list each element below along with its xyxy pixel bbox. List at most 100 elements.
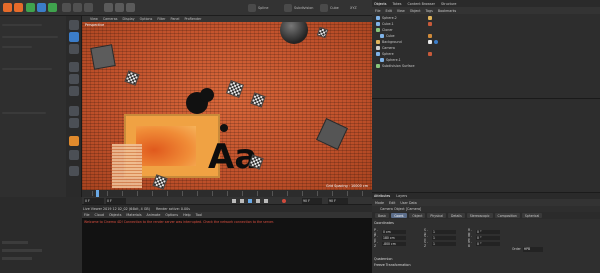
lv-menu-objects[interactable]: Objects (109, 213, 121, 217)
compositing-tag-icon[interactable] (434, 40, 438, 44)
object-row-subdivision-surface[interactable]: Subdivision Surface (372, 63, 600, 69)
lock-workplane-icon[interactable] (69, 166, 79, 176)
live-selection-icon[interactable] (26, 3, 35, 12)
tab-takes[interactable]: Takes (392, 2, 401, 6)
viewport-menu-cameras[interactable]: Cameras (103, 17, 118, 21)
spline-tool[interactable]: Spline (248, 3, 268, 13)
go-start-icon[interactable] (232, 199, 236, 203)
order-dropdown[interactable]: HPB (522, 247, 543, 252)
start-frame-field[interactable]: 0 F (84, 198, 104, 204)
render-settings-icon[interactable] (126, 3, 135, 12)
lv-menu-animate[interactable]: Animate (147, 213, 161, 217)
attr-menu-user-data[interactable]: User Data (400, 201, 416, 205)
subtab-object[interactable]: Object (409, 213, 426, 218)
redo-icon[interactable] (14, 3, 23, 12)
material-tag-icon[interactable] (428, 52, 432, 56)
subtab-stereoscopic[interactable]: Stereoscopic (466, 213, 493, 218)
coord-row-z: P . Z -800 cm S . Z 1 R . B 0 ° (374, 240, 500, 248)
snap-icon[interactable] (69, 136, 79, 146)
lv-menu-options[interactable]: Options (165, 213, 178, 217)
texture-mode-icon[interactable] (69, 44, 79, 54)
cube-checker-3 (250, 92, 266, 108)
model-mode-icon[interactable] (69, 32, 79, 42)
points-mode-icon[interactable] (69, 62, 79, 72)
obj-menu-file[interactable]: File (375, 9, 381, 13)
go-end-icon[interactable] (264, 199, 268, 203)
viewport-menu-filter[interactable]: Filter (157, 17, 165, 21)
object-row-sphere-1[interactable]: Sphere.1 (372, 57, 600, 63)
render-picture-icon[interactable] (115, 3, 124, 12)
tab-layers[interactable]: Layers (396, 194, 407, 198)
viewport-menu-view[interactable]: View (90, 17, 98, 21)
position-z-field[interactable]: -800 cm (382, 241, 406, 247)
move-icon[interactable] (37, 3, 46, 12)
record-icon[interactable] (282, 199, 286, 203)
current-frame-field[interactable]: 0 F (106, 198, 126, 204)
workplane-icon[interactable] (69, 150, 79, 160)
attr-menu-edit[interactable]: Edit (389, 201, 395, 205)
edges-mode-icon[interactable] (69, 74, 79, 84)
tab-structure[interactable]: Structure (441, 2, 456, 6)
tab-attributes[interactable]: Attributes (374, 194, 390, 198)
subtab-physical[interactable]: Physical (427, 213, 446, 218)
tweak-icon[interactable] (69, 118, 79, 128)
subtab-coord[interactable]: Coord. (391, 213, 408, 218)
obj-menu-view[interactable]: View (397, 9, 405, 13)
viewport-menu-options[interactable]: Options (140, 17, 153, 21)
object-row-sphere[interactable]: Sphere (372, 51, 600, 57)
material-tag-icon[interactable] (428, 34, 432, 38)
material-tag-icon[interactable] (428, 22, 432, 26)
coordinates-section-title: Coordinates (374, 221, 394, 225)
object-row-cloner[interactable]: Cloner (372, 27, 600, 33)
max-frame-field[interactable]: 90 F (328, 198, 348, 204)
render-view-icon[interactable] (104, 3, 113, 12)
playhead[interactable] (96, 190, 99, 197)
subtab-details[interactable]: Details (448, 213, 465, 218)
lv-menu-materials[interactable]: Materials (126, 213, 141, 217)
cube-tool[interactable]: Cube (320, 3, 339, 13)
lv-menu-help[interactable]: Help (183, 213, 191, 217)
subdivision-tool[interactable]: Subdivision (284, 3, 313, 13)
lv-menu-tool[interactable]: Tool (196, 213, 202, 217)
xyz-icon[interactable] (73, 3, 82, 12)
enable-axis-icon[interactable] (69, 106, 79, 116)
object-row-background[interactable]: Background (372, 39, 600, 45)
subtab-spherical[interactable]: Spherical (521, 213, 543, 218)
freeze-transformation-section[interactable]: Freeze Transformation (374, 263, 411, 267)
next-frame-icon[interactable] (256, 199, 260, 203)
obj-menu-edit[interactable]: Edit (386, 9, 392, 13)
prev-frame-icon[interactable] (240, 199, 244, 203)
obj-menu-tags[interactable]: Tags (426, 9, 433, 13)
timeline-ruler[interactable] (82, 190, 372, 197)
obj-menu-bookmarks[interactable]: Bookmarks (438, 9, 456, 13)
scale-z-field[interactable]: 1 (432, 241, 456, 247)
material-tag-icon[interactable] (428, 40, 432, 44)
obj-menu-object[interactable]: Object (410, 9, 421, 13)
lv-menu-file[interactable]: File (84, 213, 90, 217)
quaternion-section[interactable]: Quaternion (374, 257, 392, 261)
viewport-menu-prorender[interactable]: ProRender (184, 17, 201, 21)
lv-menu-cloud[interactable]: Cloud (95, 213, 104, 217)
object-row-sphere-2[interactable]: Sphere.2 (372, 15, 600, 21)
rotation-b-field[interactable]: 0 ° (476, 241, 500, 247)
make-editable-icon[interactable] (69, 20, 79, 30)
scale-icon[interactable] (48, 3, 57, 12)
attr-menu-mode[interactable]: Mode (375, 201, 384, 205)
subtab-basic[interactable]: Basic (375, 213, 390, 218)
tab-content-browser[interactable]: Content Browser (408, 2, 436, 6)
undo-icon[interactable] (3, 3, 12, 12)
object-row-cube-1[interactable]: Cube.1 (372, 21, 600, 27)
polygons-mode-icon[interactable] (69, 86, 79, 96)
rotate-icon[interactable] (62, 3, 71, 12)
end-frame-field[interactable]: 90 F (302, 198, 322, 204)
subtab-composition[interactable]: Composition (494, 213, 520, 218)
viewport-menu-panel[interactable]: Panel (171, 17, 180, 21)
material-tag-icon[interactable] (428, 16, 432, 20)
viewport-menu-display[interactable]: Display (122, 17, 134, 21)
play-icon[interactable] (248, 199, 252, 203)
tab-objects[interactable]: Objects (374, 2, 386, 6)
object-row-cube[interactable]: Cube (372, 33, 600, 39)
world-coord-icon[interactable] (84, 3, 93, 12)
viewport-3d[interactable]: Perspective Aa Grid Spacing : 10000 cm (82, 22, 372, 190)
object-row-camera[interactable]: Camera (372, 45, 600, 51)
